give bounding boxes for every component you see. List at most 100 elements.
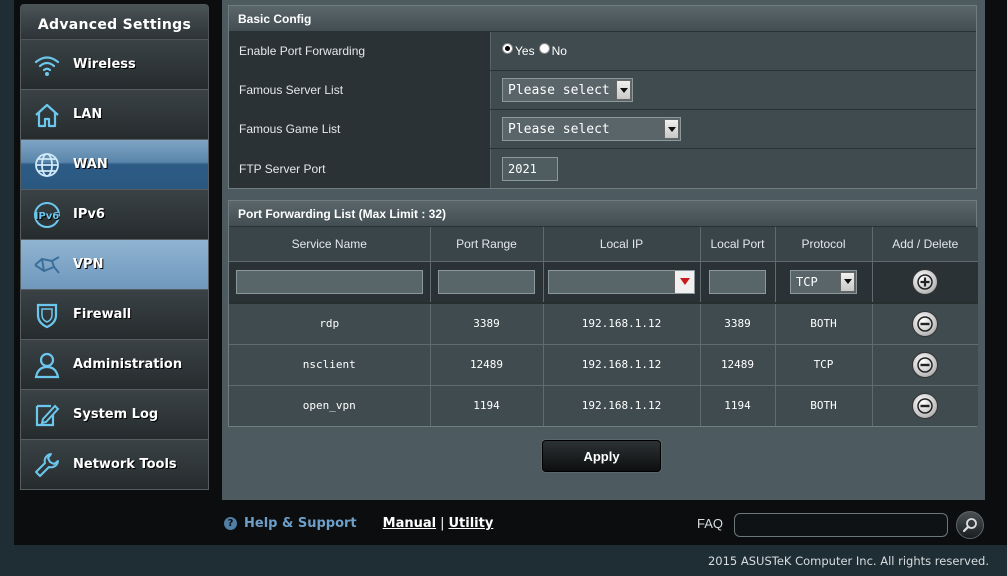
service-name-input[interactable]	[235, 269, 423, 294]
row-port-range: 12489	[430, 344, 544, 386]
famous-game-row: Famous Game List Please select	[229, 110, 976, 149]
sidebar-item-label: Wireless	[73, 57, 136, 72]
delete-button[interactable]	[912, 351, 939, 378]
sidebar-item-system-log[interactable]: System Log	[20, 390, 209, 440]
famous-game-select[interactable]: Please select	[502, 117, 681, 141]
chevron-down-icon[interactable]	[840, 271, 855, 292]
row-local-ip: 192.168.1.12	[543, 303, 701, 345]
shield-icon	[31, 299, 63, 331]
radio-yes-label: Yes	[515, 44, 535, 58]
user-icon	[31, 349, 63, 381]
add-button[interactable]	[912, 268, 939, 295]
utility-link[interactable]: Utility	[448, 516, 493, 531]
sidebar-item-network-tools[interactable]: Network Tools	[20, 440, 209, 490]
port-forwarding-panel: Port Forwarding List (Max Limit : 32) Se…	[228, 200, 978, 427]
famous-server-row: Famous Server List Please select	[229, 71, 976, 110]
vpn-icon	[31, 249, 63, 281]
table-header: Service Name Port Range Local IP Local P…	[229, 227, 978, 262]
sidebar-title: Advanced Settings	[20, 4, 209, 40]
ftp-port-value: 2021	[491, 149, 976, 188]
minus-icon	[917, 398, 933, 414]
ftp-port-row: FTP Server Port 2021	[229, 149, 976, 188]
row-service: nsclient	[229, 344, 431, 386]
wifi-icon	[31, 49, 63, 81]
col-protocol: Protocol	[775, 227, 873, 262]
local-port-input[interactable]	[709, 269, 766, 294]
row-service: open_vpn	[229, 385, 431, 426]
famous-game-value: Please select	[491, 110, 976, 148]
famous-server-label: Famous Server List	[229, 71, 491, 109]
radio-no-label: No	[551, 44, 567, 58]
sidebar-item-wan[interactable]: WAN	[20, 140, 209, 190]
sidebar-item-ipv6[interactable]: IPv6 IPv6	[20, 190, 209, 240]
basic-config-title: Basic Config	[229, 6, 976, 32]
help-icon: ?	[224, 517, 237, 530]
port-range-cell	[430, 261, 544, 304]
row-protocol: BOTH	[775, 385, 873, 426]
sidebar-item-label: Firewall	[73, 307, 132, 322]
sidebar-item-wireless[interactable]: Wireless	[20, 40, 209, 90]
delete-cell	[872, 385, 978, 426]
chevron-down-icon[interactable]	[674, 270, 694, 293]
enable-port-forwarding-value: Yes No	[491, 32, 976, 70]
sidebar-item-lan[interactable]: LAN	[20, 90, 209, 140]
local-port-cell	[700, 261, 776, 304]
col-add-delete: Add / Delete	[872, 227, 978, 262]
famous-game-select-value: Please select	[508, 121, 610, 137]
row-port-range: 3389	[430, 303, 544, 345]
row-local-port: 1194	[700, 385, 776, 426]
service-name-cell	[229, 261, 431, 304]
apply-button[interactable]: Apply	[542, 440, 661, 472]
radio-no[interactable]: No	[538, 42, 567, 58]
sidebar-item-label: IPv6	[73, 207, 105, 222]
col-port-range: Port Range	[430, 227, 544, 262]
sidebar: Advanced Settings Wireless LAN WAN IPv6 …	[20, 4, 209, 490]
sidebar-item-administration[interactable]: Administration	[20, 340, 209, 390]
delete-cell	[872, 303, 978, 345]
famous-game-label: Famous Game List	[229, 110, 491, 148]
input-row: TCP	[229, 261, 978, 304]
chevron-down-icon[interactable]	[616, 80, 631, 100]
sidebar-item-label: LAN	[73, 107, 103, 122]
ftp-port-input[interactable]: 2021	[502, 156, 558, 181]
sidebar-item-firewall[interactable]: Firewall	[20, 290, 209, 340]
protocol-select[interactable]: TCP	[790, 269, 857, 294]
enable-port-forwarding-row: Enable Port Forwarding Yes No	[229, 32, 976, 71]
faq-search-button[interactable]	[956, 511, 984, 539]
row-port-range: 1194	[430, 385, 544, 426]
table-row: open_vpn 1194 192.168.1.12 1194 BOTH	[229, 385, 978, 426]
port-range-input[interactable]	[438, 269, 535, 294]
col-local-port: Local Port	[700, 227, 776, 262]
port-forwarding-table: Service Name Port Range Local IP Local P…	[229, 227, 978, 426]
manual-link[interactable]: Manual	[383, 516, 436, 531]
famous-server-select[interactable]: Please select	[502, 78, 633, 102]
delete-button[interactable]	[912, 392, 939, 419]
port-forwarding-title: Port Forwarding List (Max Limit : 32)	[229, 201, 976, 227]
radio-yes[interactable]: Yes	[502, 42, 535, 58]
delete-button[interactable]	[912, 310, 939, 337]
local-ip-input[interactable]	[548, 269, 695, 294]
radio-no-dot[interactable]	[538, 42, 550, 54]
table-row: rdp 3389 192.168.1.12 3389 BOTH	[229, 303, 978, 345]
globe-icon	[31, 149, 63, 181]
chevron-down-icon[interactable]	[664, 119, 679, 139]
sidebar-item-vpn[interactable]: VPN	[20, 240, 209, 290]
table-row: nsclient 12489 192.168.1.12 12489 TCP	[229, 344, 978, 386]
faq-search-input[interactable]	[734, 513, 948, 537]
delete-cell	[872, 344, 978, 386]
sidebar-item-label: Administration	[73, 357, 183, 372]
basic-config-panel: Basic Config Enable Port Forwarding Yes …	[228, 5, 977, 189]
minus-icon	[917, 356, 933, 373]
plus-icon	[917, 274, 933, 290]
add-cell	[872, 261, 978, 304]
link-separator: |	[440, 516, 445, 531]
col-local-ip: Local IP	[543, 227, 701, 262]
radio-yes-dot[interactable]	[502, 42, 513, 54]
faq-label: FAQ	[697, 516, 724, 531]
home-icon	[31, 99, 63, 131]
help-support-link[interactable]: Help & Support	[244, 516, 357, 531]
row-protocol: BOTH	[775, 303, 873, 345]
local-ip-cell	[543, 261, 701, 304]
sidebar-item-label: WAN	[73, 157, 108, 172]
row-protocol: TCP	[775, 344, 873, 386]
